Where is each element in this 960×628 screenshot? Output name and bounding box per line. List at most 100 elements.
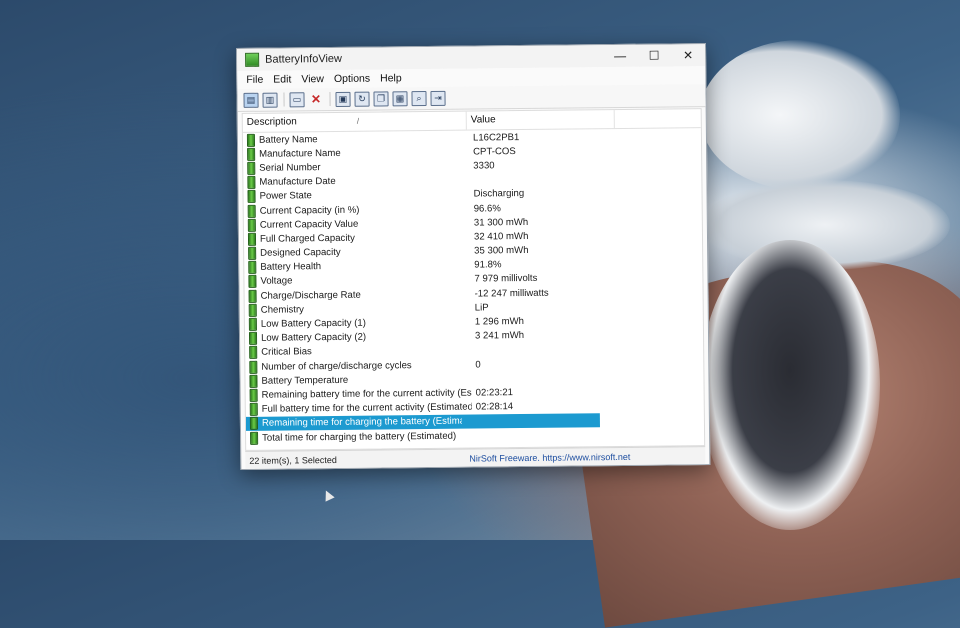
item-description: Serial Number	[259, 162, 321, 174]
item-value: -12 247 milliwatts	[474, 287, 549, 300]
window-title: BatteryInfoView	[265, 52, 343, 66]
battery-icon	[247, 232, 257, 246]
item-description: Critical Bias	[261, 346, 312, 359]
item-description: Current Capacity (in %)	[259, 204, 360, 217]
item-description: Voltage	[260, 275, 293, 288]
item-value: 1 296 mWh	[474, 316, 525, 328]
column-header-description[interactable]: Description /	[242, 111, 467, 132]
find-icon[interactable]: ⌕	[411, 90, 427, 106]
battery-icon	[247, 175, 256, 190]
delete-icon[interactable]: ✕	[308, 92, 323, 107]
battery-icon	[247, 147, 256, 161]
battery-icon	[249, 346, 258, 360]
save-icon[interactable]: ▣	[335, 91, 351, 107]
refresh-icon[interactable]: ↻	[354, 91, 370, 107]
item-value: 0	[475, 359, 481, 371]
battery-icon	[248, 261, 257, 275]
battery-icon	[247, 190, 256, 204]
item-description: Low Battery Capacity (1)	[260, 317, 366, 330]
item-description: Remaining time for charging the battery …	[261, 415, 463, 430]
item-description: Full battery time for the current activi…	[261, 401, 472, 415]
item-description: Battery Name	[258, 133, 318, 146]
item-value: 96.6%	[473, 202, 501, 215]
battery-icon	[247, 218, 256, 232]
batteryinfoview-window: BatteryInfoView — ☐ ✕ File Edit View Opt…	[236, 43, 711, 470]
item-description: Low Battery Capacity (2)	[260, 331, 367, 344]
column-value-label: Value	[470, 114, 496, 126]
wallpaper-bird	[700, 40, 900, 190]
item-description: Power State	[259, 190, 312, 203]
minimize-button[interactable]: —	[603, 49, 637, 63]
column-header-value[interactable]: Value	[466, 110, 615, 130]
item-description: Current Capacity Value	[259, 218, 359, 231]
item-description: Total time for charging the battery (Est…	[262, 430, 457, 444]
battery-icon	[248, 303, 257, 317]
close-button[interactable]: ✕	[671, 48, 705, 62]
battery-icon	[250, 431, 259, 445]
battery-info-view-icon[interactable]: ▤	[243, 92, 259, 108]
item-description: Number of charge/discharge cycles	[261, 359, 412, 373]
wallpaper-bird	[700, 240, 880, 530]
battery-icon	[248, 275, 257, 289]
battery-info-list[interactable]: Description / Value Battery Name L16C2PB1 M…	[241, 108, 706, 451]
battery-icon	[247, 204, 256, 218]
mouse-cursor-icon	[321, 488, 335, 502]
sort-indicator-icon: /	[356, 116, 360, 126]
copy-icon[interactable]: ❐	[373, 90, 389, 107]
item-description: Full Charged Capacity	[259, 232, 355, 245]
item-value: 35 300 mWh	[474, 245, 529, 257]
item-value: 3330	[473, 160, 495, 172]
item-value	[471, 349, 615, 351]
battery-icon	[246, 133, 256, 147]
item-value: L16C2PB1	[472, 131, 520, 144]
list-item-cell: Total time for charging the battery (Est…	[246, 427, 616, 445]
menu-edit[interactable]: Edit	[268, 73, 296, 85]
list-rows: Battery Name L16C2PB1 Manufacture Name CPT-…	[243, 128, 704, 445]
menu-options[interactable]: Options	[329, 73, 375, 85]
item-value	[472, 434, 616, 436]
battery-icon	[249, 417, 259, 431]
toolbar-separator	[329, 92, 331, 107]
item-value: 31 300 mWh	[473, 216, 529, 229]
item-value: 02:28:14	[475, 401, 514, 413]
item-value: 91.8%	[474, 259, 502, 271]
nirsoft-link[interactable]: NirSoft Freeware. https://www.nirsoft.ne…	[459, 451, 630, 463]
properties-icon[interactable]: ▭	[289, 91, 305, 107]
item-value: Discharging	[473, 188, 525, 200]
battery-icon	[247, 161, 256, 175]
maximize-button[interactable]: ☐	[637, 48, 671, 63]
item-value	[471, 377, 615, 379]
item-value: 7 979 millivolts	[474, 273, 538, 285]
battery-icon	[249, 360, 258, 374]
item-value: 3 241 mWh	[474, 330, 525, 342]
column-description-label: Description	[246, 116, 297, 128]
menu-view[interactable]: View	[296, 73, 329, 85]
battery-icon	[248, 289, 257, 303]
item-value	[462, 420, 600, 421]
item-value: 02:23:21	[475, 387, 514, 399]
battery-icon	[248, 246, 257, 260]
item-value: LiP	[474, 302, 489, 314]
battery-icon	[249, 402, 258, 417]
item-description: Manufacture Date	[259, 176, 336, 188]
item-description: Charge/Discharge Rate	[260, 289, 361, 302]
status-bar: 22 item(s), 1 Selected NirSoft Freeware.…	[245, 446, 706, 469]
status-item-count: 22 item(s), 1 Selected	[249, 454, 337, 466]
item-description: Remaining battery time for the current a…	[261, 387, 472, 401]
menu-help[interactable]: Help	[375, 72, 407, 84]
exit-icon[interactable]: ⇥	[430, 90, 446, 106]
battery-icon	[248, 332, 258, 346]
item-description: Battery Temperature	[261, 374, 349, 387]
battery-log-view-icon[interactable]: ▥	[262, 92, 278, 108]
item-value	[469, 179, 613, 181]
battery-icon	[248, 317, 257, 331]
menu-file[interactable]: File	[241, 74, 268, 86]
item-description: Chemistry	[260, 304, 304, 316]
battery-icon	[249, 388, 258, 402]
toolbar-separator	[283, 92, 285, 107]
html-report-icon[interactable]: ▦	[392, 90, 408, 106]
battery-app-icon	[245, 52, 260, 67]
item-description: Manufacture Name	[259, 147, 341, 160]
toolbar: ▤ ▥ ▭ ✕ ▣ ↻ ❐ ▦ ⌕ ⇥	[237, 84, 706, 112]
item-value: CPT-COS	[473, 145, 516, 158]
